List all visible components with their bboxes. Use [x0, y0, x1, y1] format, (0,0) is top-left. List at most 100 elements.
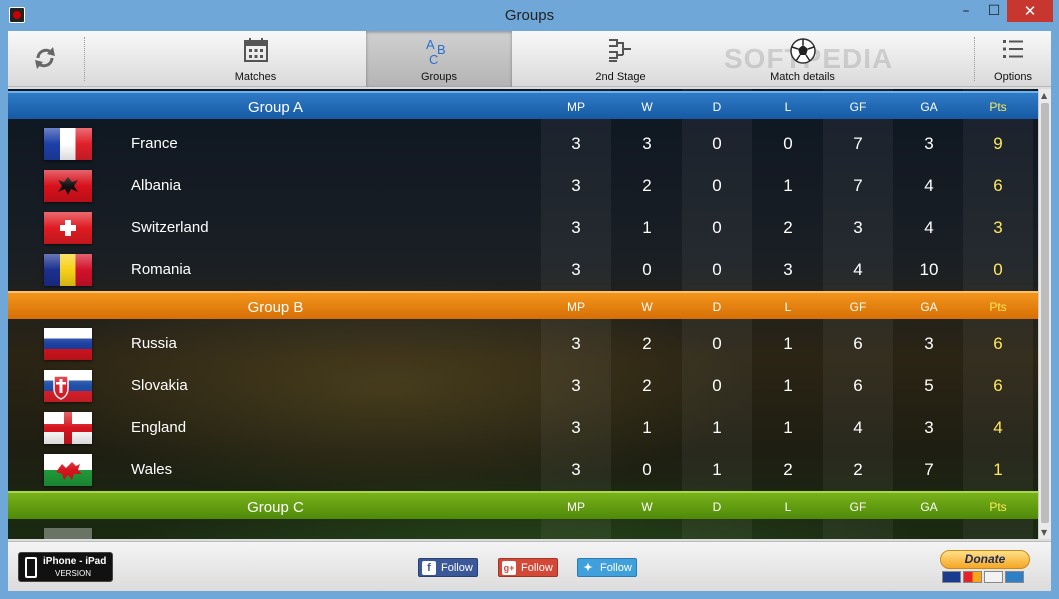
- col-ga-header: GA: [920, 500, 938, 514]
- d-value: 0: [712, 218, 722, 237]
- title-bar: Groups – ☐ ✕: [0, 0, 1059, 31]
- russia-flag: [44, 328, 92, 360]
- wales-flag: [44, 454, 92, 486]
- tab-2nd-stage[interactable]: 2nd Stage: [553, 31, 688, 87]
- col-gf-header: GF: [849, 100, 867, 114]
- team-row-partial[interactable]: [8, 523, 1038, 539]
- tab-match-details[interactable]: Match details: [735, 31, 870, 87]
- team-name: France: [131, 135, 178, 152]
- team-name: Wales: [131, 461, 173, 478]
- l-value: 3: [783, 260, 793, 279]
- googleplus-icon: g+: [502, 561, 516, 575]
- team-row[interactable]: England 3 1 1 1 4 3 4: [8, 407, 1038, 449]
- col-w-header: W: [641, 500, 653, 514]
- twitter-follow-button[interactable]: ✦ Follow: [577, 558, 637, 577]
- refresh-button[interactable]: [28, 43, 62, 73]
- team-name: Romania: [131, 261, 192, 278]
- mp-value: 3: [571, 218, 581, 237]
- group-name: Group A: [247, 99, 304, 116]
- bracket-icon: [608, 39, 631, 62]
- col-ga-header: GA: [920, 100, 938, 114]
- phone-icon: [25, 557, 37, 578]
- team-name: England: [131, 419, 187, 436]
- col-pts-header: Pts: [989, 100, 1007, 114]
- l-value: 1: [783, 176, 793, 195]
- googleplus-follow-button[interactable]: g+ Follow: [498, 558, 558, 577]
- pts-value: 6: [993, 334, 1003, 353]
- svg-text:C: C: [429, 52, 438, 65]
- team-row[interactable]: Romania 3 0 0 3 4 10 0: [8, 249, 1038, 291]
- calendar-icon: [243, 38, 268, 62]
- l-value: 1: [783, 334, 793, 353]
- facebook-follow-label: Follow: [441, 562, 473, 574]
- gf-value: 7: [853, 134, 863, 153]
- group-header: Group A MP W D L GF GA Pts: [8, 91, 1038, 119]
- refresh-icon: [35, 47, 55, 69]
- toolbar-separator: [974, 37, 975, 81]
- abc-groups-icon: A B C: [426, 37, 446, 65]
- col-mp-header: MP: [567, 300, 585, 314]
- pts-value: 0: [993, 260, 1003, 279]
- d-value: 0: [712, 334, 722, 353]
- tab-matches-label: Matches: [234, 71, 277, 83]
- tab-options[interactable]: Options: [978, 31, 1048, 87]
- options-list-icon: [1003, 40, 1023, 58]
- app-client-area: Matches A B C Groups 2nd Stage SOFTPEDIA…: [8, 31, 1051, 591]
- l-value: 1: [783, 376, 793, 395]
- ga-value: 4: [924, 176, 934, 195]
- scroll-down-arrow-icon[interactable]: ▼: [1041, 528, 1047, 537]
- group-header: Group C MP W D L GF GA Pts: [8, 491, 1038, 519]
- iphone-badge-line1: iPhone - iPad: [43, 556, 107, 567]
- d-value: 0: [712, 260, 722, 279]
- w-value: 1: [642, 418, 652, 437]
- poland-flag: [44, 528, 92, 539]
- col-l-header: L: [784, 500, 792, 514]
- col-pts-header: Pts: [989, 300, 1007, 314]
- mp-value: 3: [571, 376, 581, 395]
- group-header: Group B MP W D L GF GA Pts: [8, 291, 1038, 319]
- facebook-icon: f: [422, 561, 436, 575]
- team-row[interactable]: Wales 3 0 1 2 2 7 1: [8, 449, 1038, 491]
- col-gf-header: GF: [849, 300, 867, 314]
- ga-value: 7: [924, 460, 934, 479]
- donate-button[interactable]: Donate: [938, 550, 1032, 586]
- ga-value: 3: [924, 134, 934, 153]
- team-row[interactable]: France 3 3 0 0 7 3 9: [8, 123, 1038, 165]
- soccer-ball-icon: [789, 38, 816, 64]
- pts-value: 4: [993, 418, 1003, 437]
- col-pts-header: Pts: [989, 500, 1007, 514]
- scrollbar-thumb[interactable]: [1041, 103, 1049, 523]
- tab-options-label: Options: [994, 71, 1032, 83]
- tab-groups[interactable]: A B C Groups: [366, 31, 512, 87]
- iphone-badge-line2: VERSION: [55, 569, 92, 578]
- iphone-ipad-version-badge[interactable]: iPhone - iPad VERSION: [18, 552, 113, 582]
- france-flag: [44, 128, 92, 160]
- close-button[interactable]: ✕: [1007, 0, 1053, 22]
- w-value: 2: [642, 334, 652, 353]
- vertical-scrollbar[interactable]: ▲ ▼: [1038, 89, 1051, 539]
- col-ga-header: GA: [920, 300, 938, 314]
- gf-value: 2: [853, 460, 863, 479]
- col-w-header: W: [641, 100, 653, 114]
- tab-matches[interactable]: Matches: [188, 31, 323, 87]
- gf-value: 4: [853, 260, 863, 279]
- ga-value: 10: [919, 260, 939, 279]
- pts-value: 3: [993, 218, 1003, 237]
- albania-flag: [44, 170, 92, 202]
- team-row[interactable]: Albania 3 2 0 1 7 4 6: [8, 165, 1038, 207]
- group-name: Group C: [247, 499, 304, 516]
- gf-value: 7: [853, 176, 863, 195]
- mp-value: 3: [571, 176, 581, 195]
- pts-value: 6: [993, 176, 1003, 195]
- minimize-button[interactable]: –: [951, 0, 981, 22]
- team-row[interactable]: Slovakia 3 2 0 1 6 5 6: [8, 365, 1038, 407]
- scroll-up-arrow-icon[interactable]: ▲: [1041, 91, 1047, 100]
- d-value: 0: [712, 176, 722, 195]
- pts-value: 6: [993, 376, 1003, 395]
- maximize-button[interactable]: ☐: [980, 0, 1008, 22]
- col-w-header: W: [641, 300, 653, 314]
- team-row[interactable]: Switzerland 3 1 0 2 3 4 3: [8, 207, 1038, 249]
- w-value: 3: [642, 134, 652, 153]
- team-row[interactable]: Russia 3 2 0 1 6 3 6: [8, 323, 1038, 365]
- facebook-follow-button[interactable]: f Follow: [418, 558, 478, 577]
